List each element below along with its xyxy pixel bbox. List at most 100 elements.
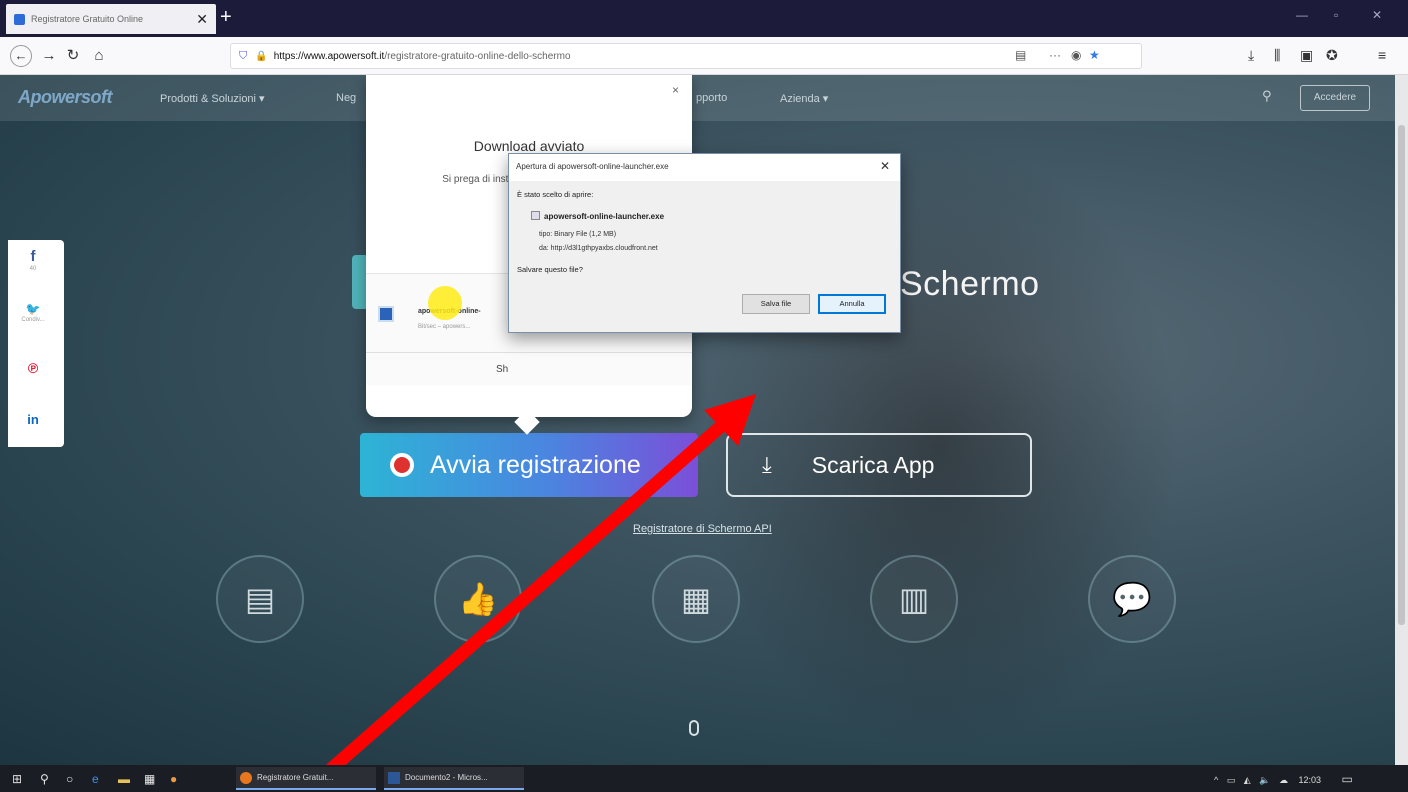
bookmark-star-icon[interactable]: ★ [1089,48,1100,62]
tray-clock[interactable]: 12:03 [1298,775,1321,785]
new-tab-button[interactable]: + [220,6,232,28]
tray-chevron-icon[interactable]: ^ [1214,775,1218,785]
dialog-title-bar: Apertura di apowersoft-online-launcher.e… [509,154,900,181]
start-recording-label: Avvia registrazione [430,450,641,479]
dialog-body: È stato scelto di aprire: apowersoft-onl… [509,181,900,332]
forward-button[interactable]: → [38,45,60,67]
site-logo[interactable]: Apowersoft [18,87,113,108]
site-favicon-icon [14,13,25,25]
tray-network-icon[interactable]: ◭ [1244,775,1251,785]
download-icon: ⤓ [762,452,772,477]
nav-products[interactable]: Prodotti & Soluzioni ▾ [160,92,265,105]
nav-partial-left[interactable]: Neg [336,92,356,104]
url-text: https://www.apowersoft.it/registratore-g… [274,51,571,62]
popup-close-icon[interactable]: × [672,83,679,97]
dialog-file-source: da: http://d3l1gthpyaxbs.cloudfront.net [539,245,658,252]
tab-close-icon[interactable]: ✕ [196,11,208,28]
start-button-icon[interactable]: ⊞ [12,769,22,788]
social-share-bar: f 40 🐦 Condiv... ℗ in [8,240,64,447]
api-link[interactable]: Registratore di Schermo API [633,523,772,535]
page-actions-icon[interactable]: ··· [1049,48,1061,62]
feature-document-search-icon: ▤ [216,555,304,643]
site-search-icon[interactable]: ⚲ [1262,88,1272,104]
taskbar-app-label: Registratore Gratuit... [257,773,334,782]
tray-volume-icon[interactable]: 🔈 [1259,775,1270,785]
cortana-icon[interactable]: ○ [66,769,73,788]
downloads-icon[interactable]: ⤓ [1248,47,1254,64]
popup-title: Download avviato [473,138,585,154]
nav-partial-right[interactable]: pporto [696,92,727,104]
page-scrollbar[interactable] [1395,75,1408,765]
word-icon [388,771,400,784]
edge-icon[interactable]: e [92,769,99,788]
action-center-icon[interactable]: ▭ [1342,772,1353,786]
file-explorer-icon[interactable]: ▬ [118,769,130,788]
feature-screen-capture-icon: ▦ [652,555,740,643]
record-dot-icon [390,453,414,477]
dialog-question: Salvare questo file? [517,265,583,274]
download-file-status: Bit/sec – apowers... [418,324,471,330]
url-host: https://www.apowersoft.it [273,50,385,62]
file-save-dialog: Apertura di apowersoft-online-launcher.e… [508,153,901,333]
browser-tab-bar: Registratore Gratuito Online ✕ + — ▫ ✕ [0,0,1408,37]
nav-company[interactable]: Azienda ▾ [780,92,828,105]
dialog-file-type: tipo: Binary File (1,2 MB) [539,231,617,238]
facebook-share-icon[interactable]: f 40 [8,248,58,272]
pocket-icon[interactable]: ◉ [1071,48,1081,62]
twitter-share-count: Condiv... [21,317,45,323]
chrome-icon[interactable]: ● [170,769,177,788]
system-tray: ^ ▭ ◭ 🔈 ☁ 12:03 ▭ [1214,772,1353,786]
taskbar-app-firefox[interactable]: Registratore Gratuit... [236,767,376,790]
dialog-file-name-text: apowersoft-online-launcher.exe [544,212,665,221]
browser-toolbar: ← → ↻ ⌂ ⛉ 🔒 https://www.apowersoft.it/re… [0,37,1408,75]
popup-divider [366,352,692,353]
pinterest-share-icon[interactable]: ℗ [8,360,58,376]
cancel-button[interactable]: Annulla [818,294,886,314]
tray-onedrive-icon[interactable]: ☁ [1279,775,1288,785]
extension-icon[interactable]: ✪ [1326,47,1338,64]
lock-icon[interactable]: 🔒 [255,51,267,62]
dialog-chosen-label: È stato scelto di aprire: [517,190,594,199]
firefox-icon [240,771,252,784]
dialog-close-icon[interactable]: ✕ [880,159,890,173]
reader-view-icon[interactable]: ▤ [1015,48,1026,62]
menu-hamburger-icon[interactable]: ≡ [1378,47,1386,63]
close-window-button[interactable]: ✕ [1372,8,1382,22]
reload-button[interactable]: ↻ [62,45,84,67]
feature-thumbs-up-icon: 👍 [434,555,522,643]
calculator-icon[interactable]: ▦ [144,769,155,788]
download-app-label: Scarica App [811,451,935,478]
mouse-cursor-highlight [428,286,462,320]
site-navbar: Apowersoft Prodotti & Soluzioni ▾ Neg pp… [0,75,1395,121]
scroll-mouse-icon [689,720,699,736]
facebook-share-count: 40 [29,266,37,272]
tray-battery-icon[interactable]: ▭ [1227,775,1236,785]
login-button[interactable]: Accedere [1300,85,1370,111]
taskbar-app-word[interactable]: Documento2 - Micros... [384,767,524,790]
taskbar-app-label: Documento2 - Micros... [405,773,488,782]
dialog-title: Apertura di apowersoft-online-launcher.e… [516,162,669,171]
url-path: /registratore-gratuito-online-dello-sche… [384,50,571,62]
feature-devices-icon: ▥ [870,555,958,643]
minimize-button[interactable]: — [1296,8,1308,22]
scrollbar-thumb[interactable] [1398,125,1405,625]
maximize-button[interactable]: ▫ [1334,8,1338,22]
home-button[interactable]: ⌂ [88,45,110,67]
library-icon[interactable]: ⫼ [1274,47,1280,64]
back-button[interactable]: ← [10,45,32,67]
exe-file-icon [531,211,540,220]
feature-chat-support-icon: 💬 [1088,555,1176,643]
browser-tab[interactable]: Registratore Gratuito Online ✕ [6,4,216,34]
save-file-button[interactable]: Salva file [742,294,810,314]
start-recording-button[interactable]: Avvia registrazione [360,433,698,497]
tab-title: Registratore Gratuito Online [31,14,144,24]
download-app-button[interactable]: ⤓ Scarica App [726,433,1032,497]
address-bar[interactable]: ⛉ 🔒 https://www.apowersoft.it/registrato… [230,43,1142,69]
popup-show-button[interactable]: Sh [496,364,508,375]
sidebar-icon[interactable]: ▣ [1300,47,1313,64]
tracking-shield-icon[interactable]: ⛉ [239,50,247,63]
search-icon[interactable]: ⚲ [40,769,49,788]
dialog-file-name: apowersoft-online-launcher.exe [531,211,664,221]
twitter-share-icon[interactable]: 🐦 Condiv... [8,302,58,323]
linkedin-share-icon[interactable]: in [8,412,58,427]
